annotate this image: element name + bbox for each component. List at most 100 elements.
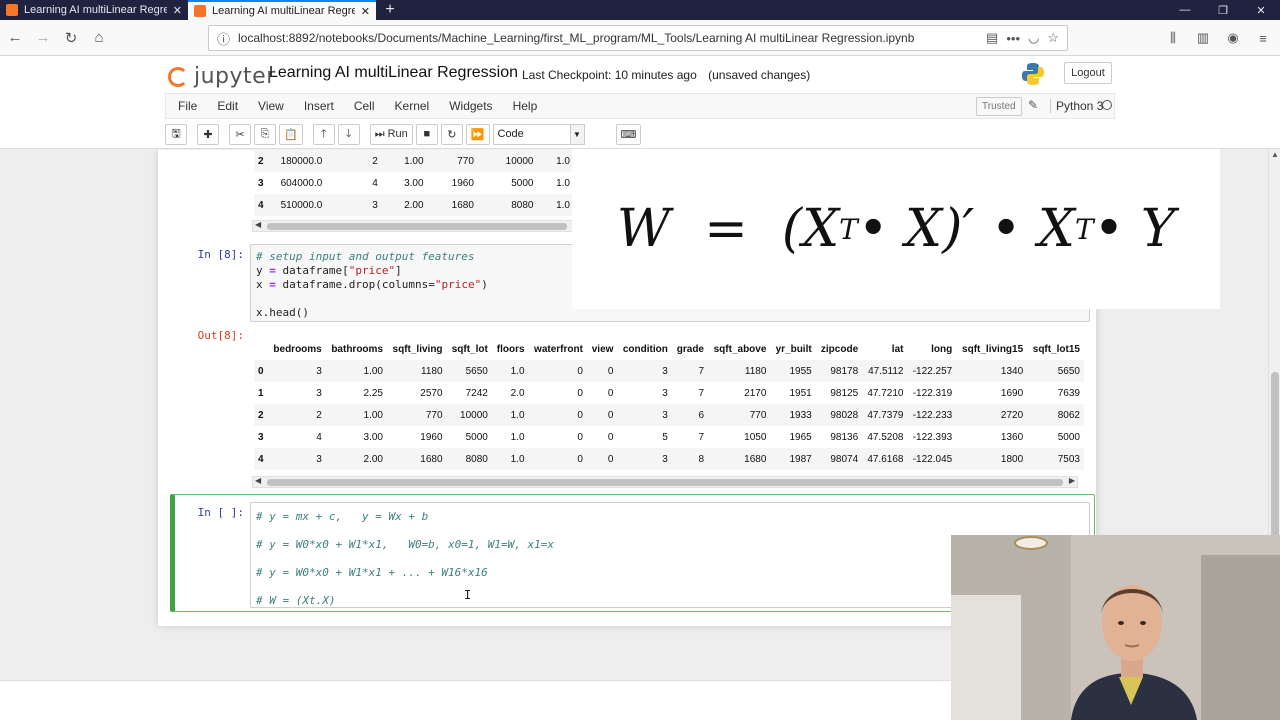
kernel-name[interactable]: Python 3: [1050, 99, 1103, 113]
menu-widgets[interactable]: Widgets: [439, 99, 502, 113]
table-cell: 1.0: [510, 431, 525, 443]
notebook-title[interactable]: Learning AI multiLinear Regression: [269, 64, 518, 82]
scroll-thumb[interactable]: [267, 223, 567, 230]
menu-cell[interactable]: Cell: [344, 99, 385, 113]
table-cell: 6: [698, 409, 704, 421]
forward-icon[interactable]: →: [30, 25, 56, 51]
info-icon[interactable]: ⓘ: [217, 29, 230, 48]
webcam-overlay: [951, 535, 1280, 720]
code-line: # y = mx + c, y = Wx + b: [256, 510, 429, 523]
table-cell: 5: [662, 431, 668, 443]
account-icon[interactable]: ◉: [1220, 25, 1246, 51]
table-cell: 1340: [1000, 365, 1024, 377]
checkpoint-status: Last Checkpoint: 10 minutes ago (unsaved…: [522, 68, 810, 82]
scroll-thumb[interactable]: [267, 479, 1063, 486]
jupyter-logo[interactable]: jupyter: [168, 64, 276, 89]
url-bar[interactable]: ⓘ localhost:8892/notebooks/Documents/Mac…: [208, 25, 1068, 51]
menu-file[interactable]: File: [166, 99, 207, 113]
table-cell: 1690: [1000, 387, 1024, 399]
table-cell: 1680: [420, 453, 443, 465]
table-cell: 1933: [789, 409, 812, 421]
cell-type-select[interactable]: Code ▼: [492, 123, 585, 145]
column-header: [254, 338, 268, 360]
table-cell: 10000: [460, 409, 488, 421]
column-header: long: [931, 343, 953, 355]
scroll-right-icon[interactable]: ▶: [1069, 476, 1075, 485]
column-header: sqft_living15: [962, 343, 1024, 355]
webcam-person-image: [951, 535, 1280, 720]
save-icon[interactable]: 🖫: [165, 123, 187, 145]
menu-kernel[interactable]: Kernel: [385, 99, 440, 113]
sidebar-icon[interactable]: ▥: [1190, 25, 1216, 51]
browser-tab-1[interactable]: Learning AI multiLinear Regres ✕: [0, 0, 188, 20]
menu-view[interactable]: View: [248, 99, 294, 113]
move-up-icon[interactable]: 🡑: [312, 123, 335, 145]
page-actions-icon[interactable]: •••: [1006, 31, 1020, 46]
restart-icon[interactable]: ↻: [440, 123, 463, 145]
table-cell: 3: [662, 409, 668, 421]
table-cell: 770: [749, 409, 767, 421]
table-cell: 98125: [830, 387, 859, 399]
browser-tab-2[interactable]: Learning AI multiLinear Regres ✕: [188, 0, 376, 20]
table-cell: 5000: [465, 431, 488, 443]
minimize-icon[interactable]: —: [1166, 0, 1204, 20]
paste-icon[interactable]: 📋: [279, 123, 303, 145]
output-hscroll[interactable]: ◀ ▶: [252, 476, 1078, 488]
close-tab-icon[interactable]: ✕: [361, 5, 370, 18]
kernel-idle-icon: [1102, 100, 1112, 110]
move-down-icon[interactable]: 🡓: [337, 123, 360, 145]
scroll-left-icon[interactable]: ◀: [255, 476, 261, 485]
menu-icon[interactable]: ≡: [1250, 25, 1276, 51]
output-hscroll-top[interactable]: ◀: [252, 220, 582, 232]
column-header: waterfront: [534, 343, 583, 355]
table-cell: 4: [316, 431, 322, 443]
keyboard-icon[interactable]: ⌨: [615, 123, 642, 145]
close-window-icon[interactable]: ✕: [1242, 0, 1280, 20]
table-cell: 1800: [1000, 453, 1024, 465]
interrupt-icon[interactable]: ■: [415, 123, 438, 145]
library-icon[interactable]: ⫼: [1160, 25, 1186, 51]
table-cell: 3: [662, 387, 668, 399]
column-header: condition: [622, 343, 668, 355]
formula-mid: • X)′ • X: [857, 199, 1075, 259]
table-cell: 2.0: [510, 387, 525, 399]
formula-sup: T: [839, 212, 858, 246]
restore-icon[interactable]: ❐: [1204, 0, 1242, 20]
menu-insert[interactable]: Insert: [294, 99, 344, 113]
menu-help[interactable]: Help: [503, 99, 548, 113]
edit-pencil-icon[interactable]: ✎: [1028, 98, 1038, 112]
table-cell: 8: [698, 453, 704, 465]
dataframe-output: bedrooms bathrooms sqft_living sqft_lot floo…: [254, 338, 1084, 470]
scroll-up-icon[interactable]: ▲: [1271, 150, 1279, 159]
url-text[interactable]: localhost:8892/notebooks/Documents/Machi…: [238, 31, 978, 45]
back-icon[interactable]: ←: [2, 25, 28, 51]
browser-toolbar-right: ⫼ ▥ ◉ ≡: [1160, 25, 1276, 51]
chevron-down-icon: ▼: [569, 124, 584, 144]
cut-icon[interactable]: ✂: [229, 123, 251, 145]
reload-icon[interactable]: ↻: [58, 25, 84, 51]
new-tab-button[interactable]: +: [376, 0, 404, 20]
home-icon[interactable]: ⌂: [86, 25, 112, 51]
logout-button[interactable]: Logout: [1064, 62, 1112, 84]
trusted-badge[interactable]: Trusted: [976, 97, 1022, 116]
table-cell: 8062: [1057, 409, 1080, 421]
row-index: 0: [258, 365, 264, 377]
column-header: bedrooms: [273, 343, 322, 355]
table-cell: 1987: [789, 453, 812, 465]
table-cell: 0: [607, 453, 614, 465]
table-cell: 5000: [1057, 431, 1080, 443]
table-cell: 1.00: [363, 409, 383, 421]
run-button[interactable]: ⏭ Run: [369, 123, 413, 145]
close-tab-icon[interactable]: ✕: [173, 4, 182, 17]
reader-view-icon[interactable]: ▤: [986, 30, 998, 46]
jupyter-favicon-icon: [6, 4, 18, 16]
restart-run-all-icon[interactable]: ⏩: [465, 123, 490, 145]
menu-edit[interactable]: Edit: [207, 99, 248, 113]
bookmark-star-icon[interactable]: ☆: [1047, 30, 1059, 46]
table-cell: 0: [577, 453, 583, 465]
scroll-left-icon[interactable]: ◀: [255, 220, 261, 229]
insert-cell-icon[interactable]: ✚: [197, 123, 219, 145]
copy-icon[interactable]: ⎘: [254, 123, 276, 145]
table-cell: 1955: [789, 365, 812, 377]
pocket-icon[interactable]: ◡: [1028, 30, 1039, 46]
